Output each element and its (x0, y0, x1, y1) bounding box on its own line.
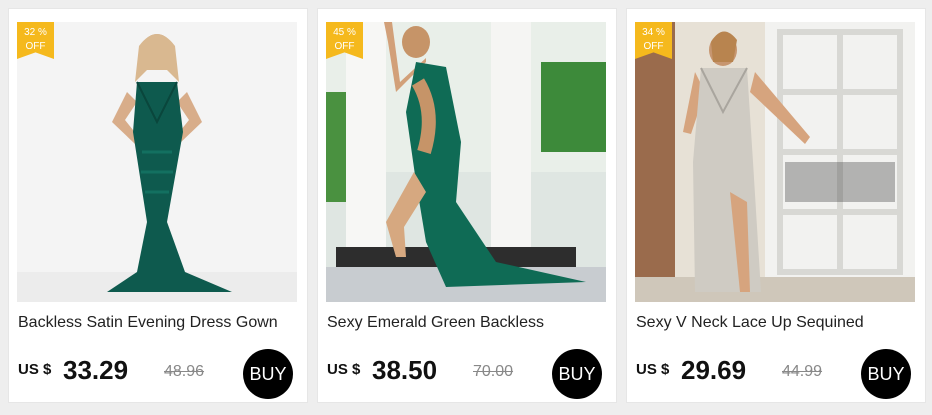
buy-button[interactable]: BUY (243, 349, 293, 399)
discount-percent: 32 % (24, 27, 47, 38)
green-mermaid-dress-photo (17, 22, 297, 302)
product-title[interactable]: Backless Satin Evening Dress Gown (18, 314, 304, 332)
sale-price: 33.29 (63, 355, 129, 385)
currency-label: US $ (18, 361, 52, 378)
sale-price: 29.69 (681, 355, 747, 385)
buy-button[interactable]: BUY (552, 349, 602, 399)
product-title[interactable]: Sexy Emerald Green Backless (327, 314, 613, 332)
price-row: US $ 29.69 44.99 BUY (636, 349, 921, 399)
product-image[interactable]: 32 % OFF (17, 22, 297, 302)
currency-label: US $ (636, 361, 670, 378)
product-image[interactable]: 45 % OFF (326, 22, 606, 302)
discount-percent: 45 % (333, 27, 356, 38)
price-row: US $ 33.29 48.96 BUY (18, 349, 303, 399)
discount-off-label: OFF (25, 41, 46, 52)
sale-price: 38.50 (372, 355, 438, 385)
discount-off-label: OFF (334, 41, 355, 52)
buy-button[interactable]: BUY (861, 349, 911, 399)
discount-percent: 34 % (642, 27, 665, 38)
original-price: 70.00 (473, 363, 514, 380)
discount-off-label: OFF (643, 41, 664, 52)
currency-label: US $ (327, 361, 361, 378)
product-card[interactable]: 32 % OFF Backless Satin Evening Dress Go… (8, 8, 308, 403)
product-image[interactable]: 34 % OFF (635, 22, 915, 302)
sequined-dress-photo (635, 22, 915, 302)
original-price: 44.99 (782, 363, 823, 380)
product-title[interactable]: Sexy V Neck Lace Up Sequined (636, 314, 922, 332)
emerald-backless-dress-photo (326, 22, 606, 302)
product-card[interactable]: 34 % OFF Sexy V Neck Lace Up Sequined US… (626, 8, 926, 403)
price-row: US $ 38.50 70.00 BUY (327, 349, 612, 399)
product-grid: 32 % OFF Backless Satin Evening Dress Go… (0, 0, 932, 415)
original-price: 48.96 (164, 363, 205, 380)
product-card[interactable]: 45 % OFF Sexy Emerald Green Backless US … (317, 8, 617, 403)
